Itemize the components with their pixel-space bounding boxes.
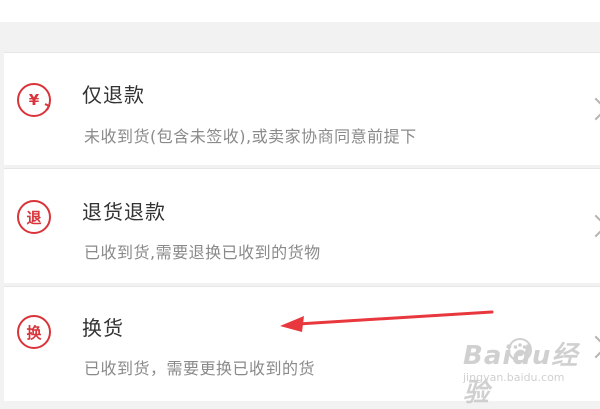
baidu-watermark: Baidu经验 jingyan.baidu.com xyxy=(455,333,595,408)
return-icon: 退 xyxy=(17,200,51,234)
exchange-icon: 换 xyxy=(17,315,51,349)
chevron-right-icon xyxy=(584,97,600,121)
baidu-paw-icon xyxy=(508,338,532,362)
top-header-strip xyxy=(0,0,600,22)
option-return-refund[interactable]: 退 退货退款 已收到货,需要退换已收到的货物 xyxy=(4,168,600,283)
option-description: 未收到货(包含未签收),或卖家协商同意前提下 xyxy=(84,127,417,146)
option-title: 仅退款 xyxy=(82,83,145,107)
option-description: 已收到货,需要退换已收到的货物 xyxy=(84,243,321,262)
option-description: 已收到货，需要更换已收到的货 xyxy=(84,359,316,378)
option-title: 换货 xyxy=(82,316,124,340)
option-refund-only[interactable]: ¥ 仅退款 未收到货(包含未签收),或卖家协商同意前提下 xyxy=(4,52,600,165)
option-title: 退货退款 xyxy=(82,200,166,224)
chevron-right-icon xyxy=(584,214,600,238)
watermark-url: jingyan.baidu.com xyxy=(463,371,565,384)
refund-yen-icon: ¥ xyxy=(17,83,51,117)
